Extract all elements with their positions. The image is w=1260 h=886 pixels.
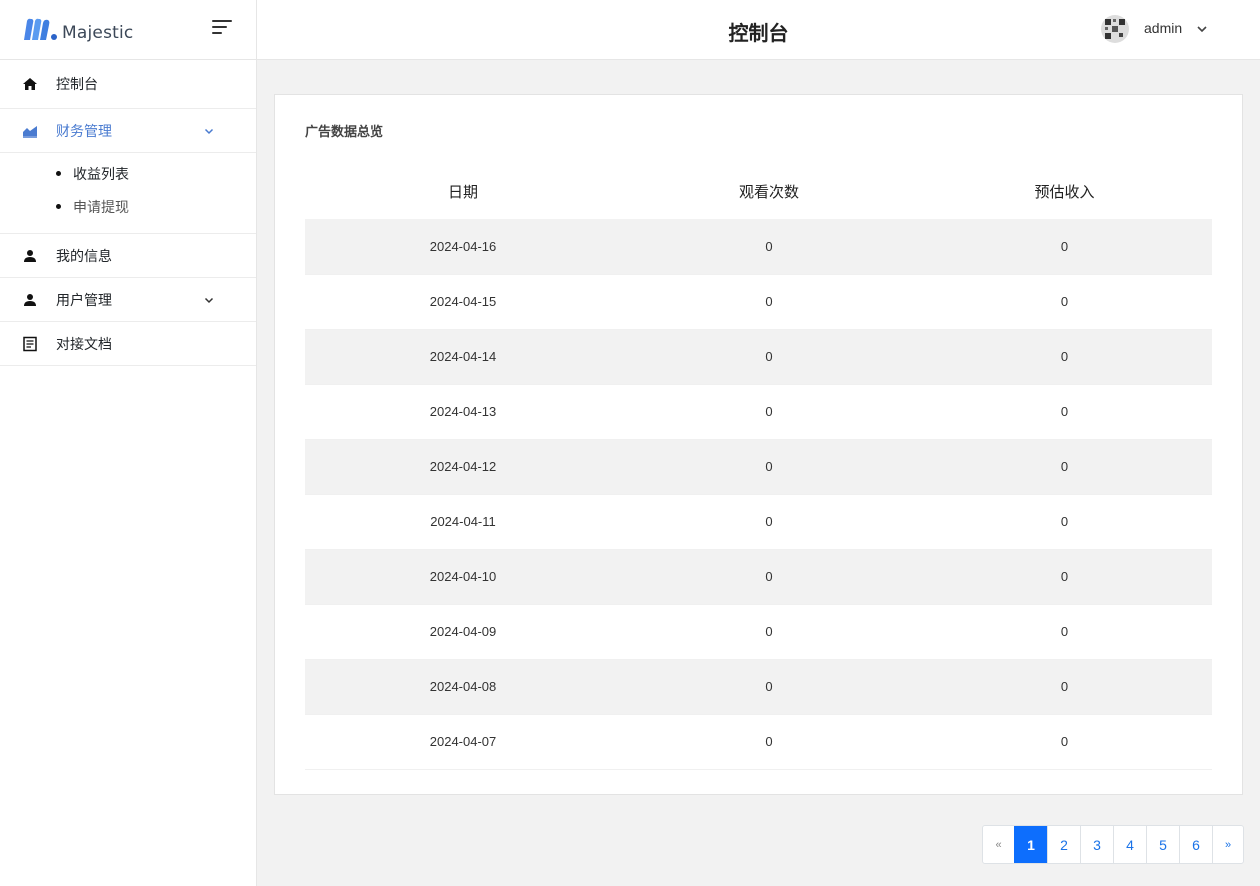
- sidebar-item-dashboard[interactable]: 控制台: [0, 60, 256, 109]
- table-cell-revenue: 0: [917, 329, 1212, 385]
- chart-area-icon: [23, 125, 37, 138]
- table-cell-views: 0: [621, 659, 917, 715]
- document-icon: [23, 336, 37, 351]
- person-icon: [24, 249, 36, 262]
- avatar: [1101, 15, 1129, 43]
- table-cell-revenue: 0: [917, 439, 1212, 495]
- table-cell-date: 2024-04-14: [305, 329, 621, 385]
- table-cell-date: 2024-04-12: [305, 439, 621, 495]
- brand-name: Majestic: [62, 22, 134, 43]
- table-cell-revenue: 0: [917, 714, 1212, 770]
- table-cell-date: 2024-04-08: [305, 659, 621, 715]
- pagination-prev-button[interactable]: «: [983, 826, 1014, 863]
- sidebar-item-label: 我的信息: [56, 247, 112, 264]
- column-header-date: 日期: [447, 183, 478, 201]
- pagination-page-4[interactable]: 4: [1113, 826, 1146, 863]
- table-cell-views: 0: [621, 604, 917, 660]
- column-header-views: 观看次数: [738, 183, 799, 201]
- table-row: 2024-04-11 0 0: [305, 494, 1212, 550]
- sidebar-subitem-earnings-list[interactable]: 收益列表: [56, 157, 256, 190]
- user-menu[interactable]: admin: [1101, 15, 1208, 43]
- table-cell-date: 2024-04-07: [305, 714, 621, 770]
- table-cell-views: 0: [621, 329, 917, 385]
- pagination: « 1 2 3 4 5 6 »: [982, 825, 1244, 864]
- table-row: 2024-04-07 0 0: [305, 714, 1212, 770]
- chevron-down-icon: [204, 297, 214, 303]
- top-header: 控制台 admin: [257, 0, 1260, 60]
- sidebar-subitem-label: 申请提现: [73, 198, 129, 215]
- sidebar-item-api-docs[interactable]: 对接文档: [0, 322, 256, 366]
- sidebar-item-finance[interactable]: 财务管理: [0, 109, 256, 153]
- table-row: 2024-04-10 0 0: [305, 549, 1212, 605]
- sidebar-subitem-label: 收益列表: [73, 165, 129, 182]
- table-cell-date: 2024-04-11: [305, 494, 621, 550]
- table-row: 2024-04-15 0 0: [305, 274, 1212, 330]
- bullet-icon: [56, 204, 61, 209]
- pagination-page-1[interactable]: 1: [1014, 826, 1047, 863]
- pagination-page-6[interactable]: 6: [1179, 826, 1212, 863]
- table-cell-revenue: 0: [917, 494, 1212, 550]
- ad-data-table: 日期 观看次数 预估收入 2024-04-16 0 0 2024-04-15 0…: [305, 163, 1212, 770]
- user-name: admin: [1144, 19, 1183, 36]
- table-cell-revenue: 0: [917, 274, 1212, 330]
- table-row: 2024-04-16 0 0: [305, 219, 1212, 275]
- table-row: 2024-04-13 0 0: [305, 384, 1212, 440]
- pagination-next-button[interactable]: »: [1212, 826, 1243, 863]
- sidebar-item-label: 财务管理: [56, 122, 112, 139]
- table-cell-views: 0: [621, 384, 917, 440]
- table-cell-views: 0: [621, 714, 917, 770]
- table-cell-views: 0: [621, 494, 917, 550]
- chevron-down-icon: [204, 128, 214, 134]
- table-row: 2024-04-08 0 0: [305, 659, 1212, 715]
- menu-toggle-icon[interactable]: [212, 20, 232, 36]
- ad-data-overview-card: 广告数据总览 日期 观看次数 预估收入 2024-04-16 0 0 2024-…: [274, 94, 1243, 795]
- table-cell-views: 0: [621, 219, 917, 275]
- table-cell-revenue: 0: [917, 604, 1212, 660]
- table-row: 2024-04-12 0 0: [305, 439, 1212, 495]
- brand: Majestic: [0, 0, 256, 60]
- table-cell-date: 2024-04-15: [305, 274, 621, 330]
- chevron-down-icon: [1197, 26, 1207, 33]
- table-cell-revenue: 0: [917, 384, 1212, 440]
- pagination-page-2[interactable]: 2: [1047, 826, 1080, 863]
- table-header-row: 日期 观看次数 预估收入: [305, 163, 1212, 219]
- table-cell-date: 2024-04-13: [305, 384, 621, 440]
- sidebar-subitem-withdraw[interactable]: 申请提现: [56, 190, 256, 223]
- home-icon: [23, 78, 37, 90]
- column-header-revenue: 预估收入: [1034, 183, 1095, 201]
- pagination-page-3[interactable]: 3: [1080, 826, 1113, 863]
- table-row: 2024-04-14 0 0: [305, 329, 1212, 385]
- card-title: 广告数据总览: [305, 124, 384, 139]
- table-cell-views: 0: [621, 549, 917, 605]
- sidebar-item-label: 对接文档: [56, 335, 112, 352]
- sidebar-item-user-management[interactable]: 用户管理: [0, 278, 256, 322]
- table-cell-revenue: 0: [917, 219, 1212, 275]
- person-icon: [24, 293, 36, 306]
- table-cell-revenue: 0: [917, 549, 1212, 605]
- table-cell-date: 2024-04-09: [305, 604, 621, 660]
- pagination-page-5[interactable]: 5: [1146, 826, 1179, 863]
- table-cell-views: 0: [621, 274, 917, 330]
- majestic-logo-icon[interactable]: [22, 16, 58, 44]
- sidebar-item-label: 用户管理: [56, 291, 112, 308]
- table-cell-date: 2024-04-10: [305, 549, 621, 605]
- table-cell-date: 2024-04-16: [305, 219, 621, 275]
- sidebar-item-label: 控制台: [56, 76, 98, 92]
- table-cell-revenue: 0: [917, 659, 1212, 715]
- bullet-icon: [56, 171, 61, 176]
- sidebar-item-my-info[interactable]: 我的信息: [0, 234, 256, 278]
- table-row: 2024-04-09 0 0: [305, 604, 1212, 660]
- sidebar: Majestic 控制台 财务管理 收益列表 申请提现 我的信息 用户管理 对接…: [0, 0, 257, 886]
- finance-submenu: 收益列表 申请提现: [0, 153, 256, 234]
- table-cell-views: 0: [621, 439, 917, 495]
